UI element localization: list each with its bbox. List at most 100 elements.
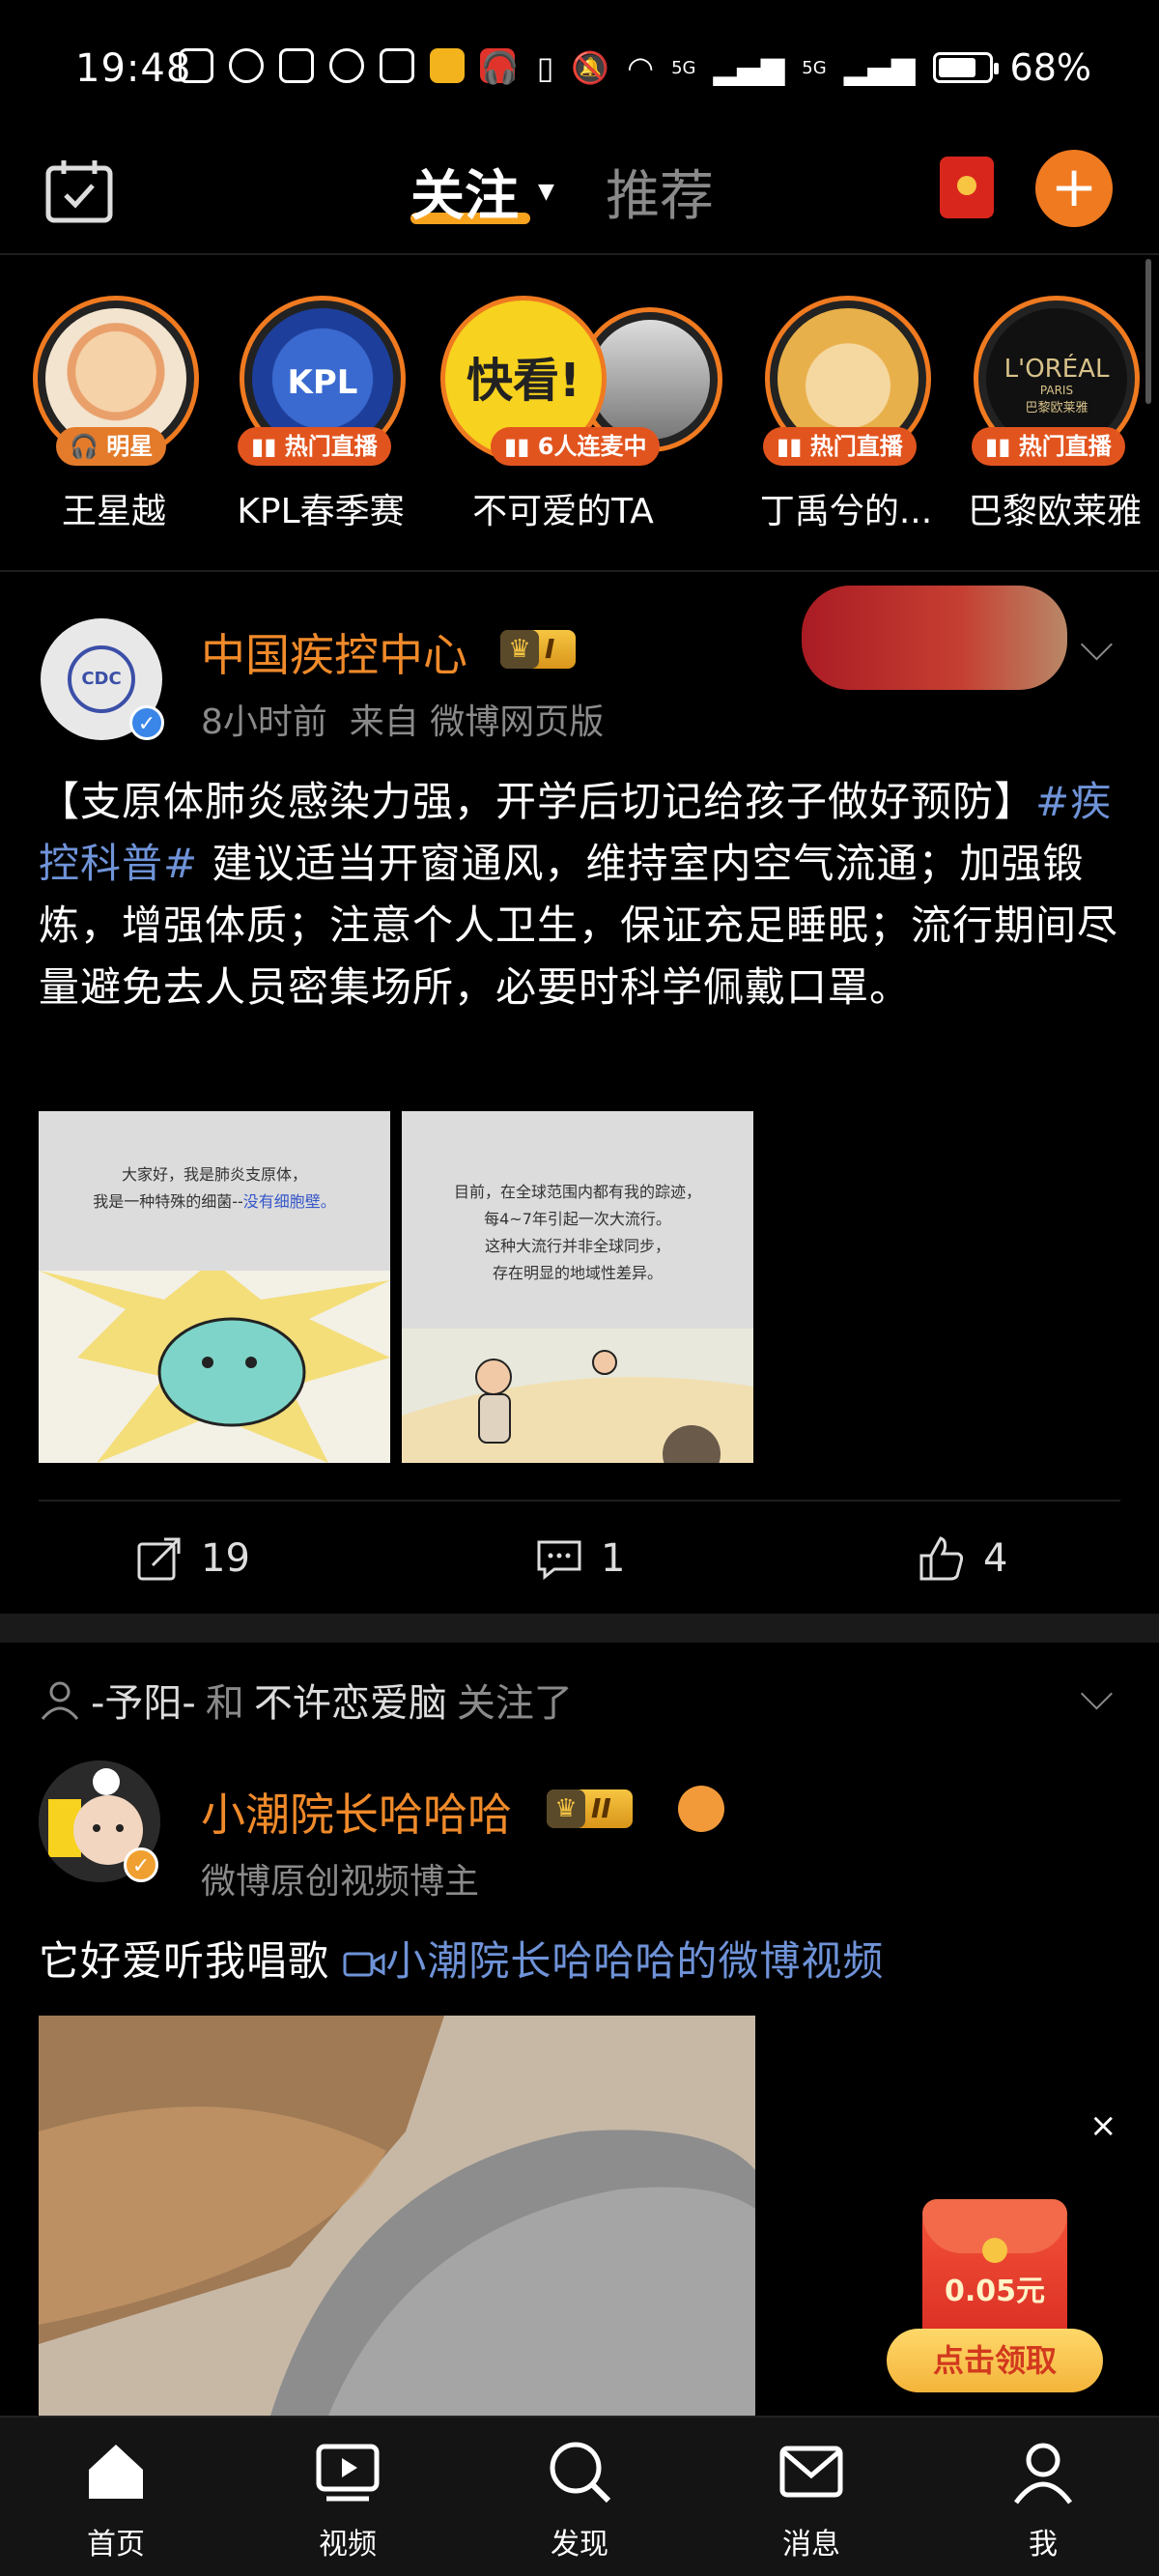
live-stories-row: 🎧 明星 王星越 KPL ▮▮ 热门直播 KPL春季赛 快看! ▮▮ 6人连麦中…	[0, 253, 1159, 572]
notification-icons	[179, 48, 515, 83]
brand-logo-sub: PARIS	[1039, 384, 1074, 397]
caret-down-icon[interactable]: ▼	[538, 180, 554, 204]
comment-icon	[537, 1540, 581, 1581]
level-text: I	[545, 633, 555, 665]
red-packet-icon[interactable]	[940, 157, 994, 218]
video-link[interactable]: 小潮院长哈哈哈的微博视频	[343, 1937, 884, 1985]
status-badge: ▮▮ 热门直播	[972, 427, 1125, 466]
caption-line: 大家好，我是肺炎支原体，	[121, 1165, 307, 1184]
story-item[interactable]: L'ORÉAL PARIS 巴黎欧莱雅 ▮▮ 热门直播 巴黎欧莱雅	[948, 296, 1159, 557]
reward-amount: 0.05元	[944, 2275, 1046, 2308]
tab-label: 消息	[782, 2528, 840, 2562]
story-item[interactable]: 快看! ▮▮ 6人连麦中 不可爱的TA	[433, 296, 732, 557]
caption-line: 目前，在全球范围内都有我的踪迹，	[453, 1183, 701, 1201]
avatar	[590, 320, 710, 440]
caption-line: 每4~7年引起一次大流行。	[484, 1210, 671, 1228]
post-text: 【支原体肺炎感染力强，开学后切记给孩子做好预防】#疾控科普# 建议适当开窗通风，…	[39, 771, 1130, 1018]
divider	[0, 570, 1159, 572]
story-name: KPL春季赛	[237, 492, 405, 531]
post-source: 来自 微博网页版	[349, 702, 605, 742]
story-item[interactable]: KPL ▮▮ 热门直播 KPL春季赛	[214, 296, 427, 557]
tab-home[interactable]: 首页	[39, 2437, 193, 2562]
video-thumbnail[interactable]	[39, 2016, 755, 2416]
author-name[interactable]: 小潮院长哈哈哈	[201, 1780, 512, 1844]
tab-label: 我	[1029, 2528, 1058, 2562]
follow-action-text: 关注了	[456, 1681, 573, 1726]
profile-icon	[1013, 2443, 1073, 2504]
status-badge: ▮▮ 6人连麦中	[491, 427, 661, 466]
close-icon[interactable]: ×	[1089, 2106, 1117, 2145]
video-link-text: 小潮院长哈哈哈的微博视频	[385, 1937, 885, 1985]
coin-icon	[982, 2238, 1007, 2263]
top-nav: 关注 ▼ 推荐 +	[0, 135, 1159, 253]
post-image[interactable]: 目前，在全球范围内都有我的踪迹， 每4~7年引起一次大流行。 这种大流行并非全球…	[402, 1111, 753, 1463]
cat-photo	[39, 2016, 755, 2416]
wifi-icon: ◠	[627, 49, 655, 86]
repost-button[interactable]: 19	[135, 1534, 250, 1583]
scrollbar[interactable]	[1145, 259, 1151, 404]
caption-line: 这种大流行并非全球同步，	[484, 1237, 670, 1255]
signal-2-label: 5G	[802, 57, 827, 78]
tab-messages[interactable]: 消息	[734, 2437, 889, 2562]
signal-icon: ▂▄▆	[713, 49, 785, 86]
status-time: 19:48	[75, 46, 192, 91]
comment-count: 1	[601, 1536, 626, 1581]
cartoon-illustration	[39, 1271, 390, 1463]
verified-icon: ✓	[129, 705, 164, 740]
alarm-icon	[329, 48, 364, 83]
post-body: 它好爱听我唱歌	[39, 1937, 330, 1985]
compose-button[interactable]: +	[1035, 150, 1113, 227]
tab-video[interactable]: 视频	[270, 2437, 425, 2562]
like-button[interactable]: 4	[918, 1534, 1007, 1583]
repost-count: 19	[201, 1536, 250, 1581]
chevron-down-icon[interactable]: ⌵	[1080, 618, 1114, 673]
image-caption: 目前，在全球范围内都有我的踪迹， 每4~7年引起一次大流行。 这种大流行并非全球…	[402, 1179, 753, 1287]
tab-label: 视频	[319, 2528, 377, 2562]
tab-discover[interactable]: 发现	[502, 2437, 657, 2562]
status-badge: 🎧 明星	[56, 427, 167, 466]
brand-logo-sub2: 巴黎欧莱雅	[1025, 401, 1088, 415]
section-separator	[0, 1614, 1159, 1643]
post-image[interactable]: 大家好，我是肺炎支原体， 我是一种特殊的细菌--没有细胞壁。	[39, 1111, 390, 1463]
crown-icon: ♛	[500, 630, 539, 669]
claim-button[interactable]: 点击领取	[887, 2329, 1103, 2392]
tab-me[interactable]: 我	[966, 2437, 1120, 2562]
followed-user-name[interactable]: 不许恋爱脑	[254, 1672, 447, 1728]
decorative-banner	[802, 586, 1067, 690]
signal-icon: ▂▄▆	[843, 49, 916, 86]
bottom-tab-bar: 首页 视频 发现 消息 我	[0, 2416, 1159, 2576]
calendar-check-icon[interactable]	[44, 158, 114, 224]
vibrate-icon: ▯	[536, 49, 554, 86]
tab-recommend[interactable]: 推荐	[606, 153, 714, 231]
comment-button[interactable]: 1	[535, 1534, 625, 1583]
tab-label: 发现	[551, 2528, 608, 2562]
story-item[interactable]: ▮▮ 热门直播 丁禹兮的...	[740, 296, 952, 557]
post-body: 建议适当开窗通风，维持室内空气流通；加强锻炼，增强体质；注意个人卫生，保证充足睡…	[39, 840, 1119, 1011]
connector-text: 和	[205, 1681, 244, 1726]
caption-highlight: 没有细胞壁。	[242, 1192, 336, 1211]
post-meta: 8小时前 来自 微博网页版	[201, 694, 604, 744]
story-name: 不可爱的TA	[472, 492, 654, 531]
tab-label: 首页	[87, 2528, 145, 2562]
caption-line: 我是一种特殊的细菌--	[93, 1192, 243, 1211]
status-badge: ▮▮ 热门直播	[238, 427, 391, 466]
thumbs-up-icon	[919, 1536, 964, 1581]
author-name[interactable]: 中国疾控中心	[201, 620, 467, 684]
status-badge: ▮▮ 热门直播	[763, 427, 917, 466]
repost-icon	[137, 1537, 181, 1581]
post-text: 它好爱听我唱歌 小潮院长哈哈哈的微博视频	[39, 1931, 1130, 1992]
post-actions: 19 1 4	[39, 1500, 1120, 1625]
person-icon	[41, 1681, 79, 1720]
level-text: II	[591, 1792, 611, 1824]
image-caption: 大家好，我是肺炎支原体， 我是一种特殊的细菌--没有细胞壁。	[39, 1161, 390, 1216]
cast-icon	[179, 48, 213, 83]
weibo-icon	[430, 48, 465, 83]
tab-follow[interactable]: 关注	[410, 153, 519, 231]
story-item[interactable]: 🎧 明星 王星越	[8, 296, 220, 557]
chevron-down-icon[interactable]: ⌵	[1080, 1668, 1114, 1722]
post-title: 【支原体肺炎感染力强，开学后切记给孩子做好预防】	[39, 778, 1036, 825]
video-camera-icon	[343, 1952, 385, 1976]
follower-name[interactable]: -予阳-	[91, 1672, 196, 1728]
level-badge: ♛ II	[547, 1789, 633, 1828]
crown-icon: ♛	[547, 1789, 585, 1828]
